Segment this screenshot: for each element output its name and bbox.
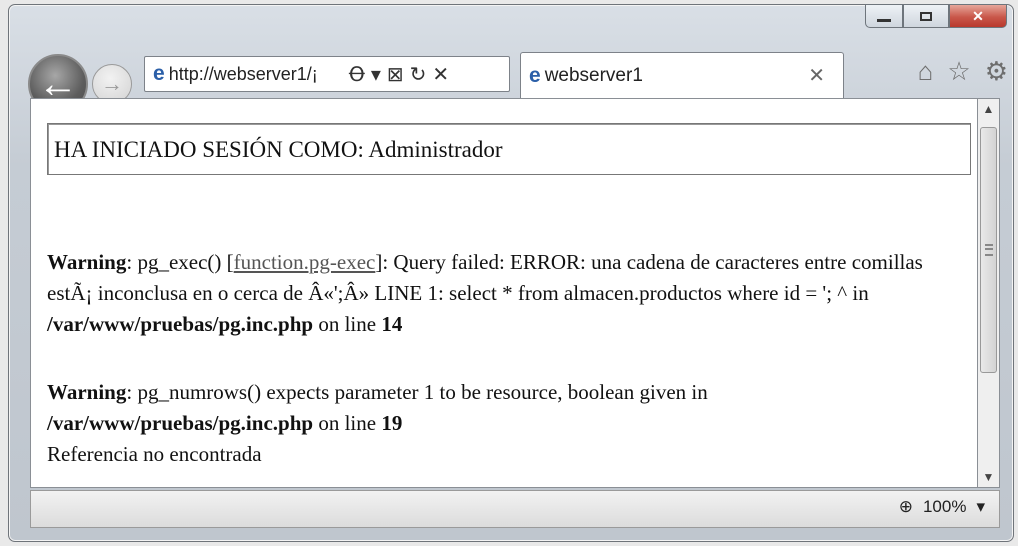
- page-content: HA INICIADO SESIÓN COMO: Administrador W…: [30, 98, 978, 488]
- warning-label: Warning: [47, 380, 127, 404]
- warning-online: on line: [313, 411, 382, 435]
- tab-webserver1[interactable]: e webserver1 ✕: [520, 52, 844, 98]
- refresh-icon[interactable]: ↻: [410, 62, 427, 87]
- close-window-button[interactable]: ✕: [949, 4, 1007, 28]
- tab-label: webserver1: [544, 64, 643, 86]
- favorites-icon[interactable]: ☆: [947, 56, 970, 87]
- ie-tab-icon: e: [529, 63, 541, 87]
- ie-logo-icon: e: [153, 62, 165, 85]
- forward-arrow-icon: →: [101, 71, 123, 96]
- scroll-up-icon[interactable]: ▲: [978, 99, 999, 119]
- warning-message-1: Warning: pg_exec() [function.pg-exec]: Q…: [47, 247, 973, 340]
- scroll-thumb[interactable]: [980, 127, 997, 373]
- warning-line: 19: [381, 411, 403, 435]
- minimize-button[interactable]: [865, 4, 903, 28]
- vertical-scrollbar[interactable]: ▲ ▼: [978, 98, 1000, 488]
- warning-message-2: Warning: pg_numrows() expects parameter …: [47, 377, 973, 470]
- zoom-level: 100%: [922, 497, 967, 516]
- warning-online: on line: [313, 312, 382, 336]
- url-text[interactable]: http://webserver1/¡: [169, 64, 345, 85]
- warning-func: : pg_exec() [: [126, 250, 234, 274]
- warning-line: 14: [381, 312, 403, 336]
- not-found-text: Referencia no encontrada: [47, 442, 262, 466]
- warning-path: /var/www/pruebas/pg.inc.php: [47, 312, 314, 336]
- warning-text: : pg_numrows() expects parameter 1 to be…: [126, 380, 708, 404]
- warning-label: Warning: [47, 250, 127, 274]
- address-bar[interactable]: e http://webserver1/¡ Ꝋ ▾ ⊠ ↻ ✕: [144, 56, 510, 92]
- zoom-control[interactable]: ⊕ 100% ▾: [899, 497, 985, 517]
- zoom-icon: ⊕: [898, 497, 913, 516]
- session-banner: HA INICIADO SESIÓN COMO: Administrador: [47, 123, 971, 175]
- gear-icon[interactable]: ⚙: [985, 56, 1008, 87]
- status-bar: ⊕ 100% ▾: [30, 490, 1000, 528]
- maximize-button[interactable]: [903, 4, 949, 28]
- close-tab-icon[interactable]: ✕: [808, 63, 825, 88]
- grip-icon: [984, 244, 993, 256]
- browser-toolbar-icons: ⌂ ☆ ⚙: [918, 56, 1008, 87]
- function-doc-link[interactable]: function.pg-exec: [234, 250, 376, 274]
- warning-path: /var/www/pruebas/pg.inc.php: [47, 411, 314, 435]
- stop-icon[interactable]: ✕: [432, 62, 449, 87]
- chevron-down-icon[interactable]: ▾: [371, 62, 381, 87]
- minimize-icon: [877, 18, 891, 22]
- scroll-down-icon[interactable]: ▼: [978, 467, 999, 487]
- maximize-icon: [920, 11, 932, 21]
- chevron-down-icon[interactable]: ▾: [976, 497, 985, 517]
- search-icon[interactable]: Ꝋ: [349, 62, 365, 87]
- home-icon[interactable]: ⌂: [918, 56, 934, 87]
- compatibility-view-icon[interactable]: ⊠: [387, 62, 404, 87]
- window-controls: ✕: [865, 4, 1007, 28]
